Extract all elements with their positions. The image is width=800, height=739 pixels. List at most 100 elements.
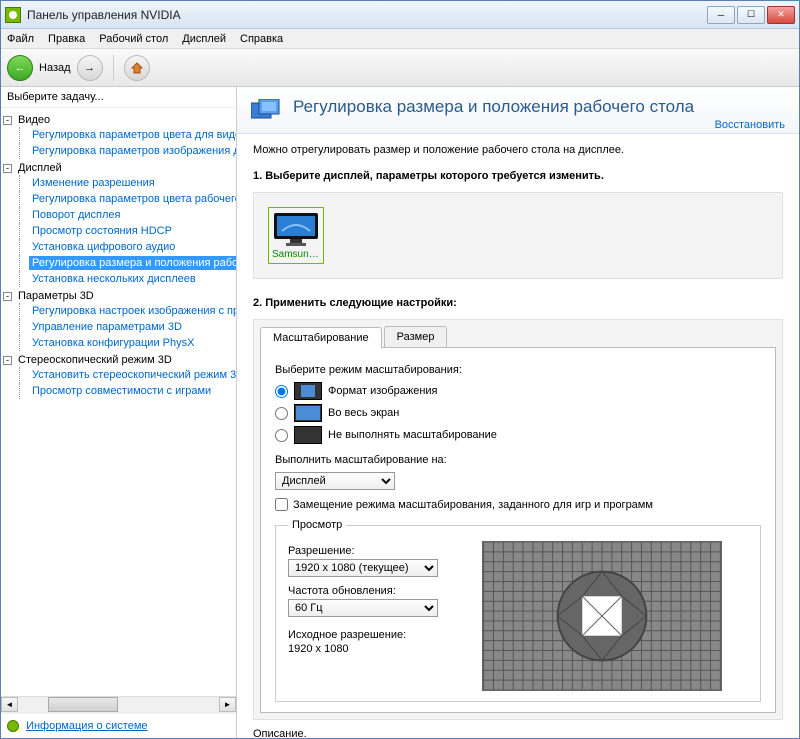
tree-toggle[interactable]: -: [3, 356, 12, 365]
radio-full-input[interactable]: [275, 407, 288, 420]
toolbar: ← Назад →: [1, 49, 799, 87]
page-header: Регулировка размера и положения рабочего…: [237, 87, 799, 134]
main-panel: Регулировка размера и положения рабочего…: [237, 87, 799, 738]
tree-item-label: Изменение разрешения: [29, 176, 158, 190]
radio-none-input[interactable]: [275, 429, 288, 442]
system-info-link[interactable]: Информация о системе: [26, 720, 147, 732]
tree-item[interactable]: Регулировка размера и положения рабочего…: [15, 255, 236, 271]
tree-toggle[interactable]: -: [3, 116, 12, 125]
tree-group-label[interactable]: Параметры 3D: [15, 289, 97, 303]
radio-aspect-input[interactable]: [275, 385, 288, 398]
info-icon: [7, 720, 19, 732]
scrollbar-horizontal[interactable]: ◄ ►: [1, 696, 236, 713]
tree-item[interactable]: Установка конфигурации PhysX: [15, 335, 236, 351]
preview-legend: Просмотр: [288, 519, 346, 531]
tree-toggle[interactable]: -: [3, 164, 12, 173]
tree-item[interactable]: Регулировка настроек изображения с просм…: [15, 303, 236, 319]
tree-item-label: Регулировка параметров цвета для видео: [29, 128, 236, 142]
tab-scaling[interactable]: Масштабирование: [260, 327, 382, 348]
tree-item-label: Поворот дисплея: [29, 208, 123, 222]
page-description: Можно отрегулировать размер и положение …: [253, 144, 783, 156]
description-label: Описание.: [253, 728, 783, 738]
monitor-icon: [272, 211, 320, 247]
preview-fieldset: Просмотр Разрешение: 1920 x 1080 (текуще…: [275, 519, 761, 702]
radio-aspect[interactable]: Формат изображения: [275, 382, 761, 400]
menubar: Файл Правка Рабочий стол Дисплей Справка: [1, 29, 799, 49]
resolution-select[interactable]: 1920 x 1080 (текущее): [288, 559, 438, 577]
content: Выберите задачу... -ВидеоРегулировка пар…: [1, 87, 799, 738]
tree-group: -Параметры 3DРегулировка настроек изобра…: [1, 288, 236, 352]
tree-item[interactable]: Установить стереоскопический режим 3D: [15, 367, 236, 383]
tree-toggle[interactable]: -: [3, 292, 12, 301]
menu-edit[interactable]: Правка: [48, 33, 85, 45]
preview-controls: Разрешение: 1920 x 1080 (текущее) Частот…: [288, 541, 438, 691]
page-icon: [251, 99, 283, 127]
scroll-right-button[interactable]: ►: [219, 697, 236, 712]
test-pattern: [482, 541, 722, 691]
tree-item[interactable]: Изменение разрешения: [15, 175, 236, 191]
perform-on-select[interactable]: Дисплей: [275, 472, 395, 490]
none-icon: [294, 426, 322, 444]
maximize-button[interactable]: ☐: [737, 6, 765, 24]
menu-desktop[interactable]: Рабочий стол: [99, 33, 168, 45]
tree-item-label: Установка нескольких дисплеев: [29, 272, 199, 286]
minimize-button[interactable]: ─: [707, 6, 735, 24]
titlebar: Панель управления NVIDIA ─ ☐ ✕: [1, 1, 799, 29]
tree-item-label: Просмотр совместимости с играми: [29, 384, 214, 398]
tree-item[interactable]: Установка цифрового аудио: [15, 239, 236, 255]
tab-size[interactable]: Размер: [384, 326, 448, 347]
tree-group: -Стереоскопический режим 3DУстановить ст…: [1, 352, 236, 400]
radio-full[interactable]: Во весь экран: [275, 404, 761, 422]
override-label: Замещение режима масштабирования, заданн…: [293, 499, 653, 511]
close-button[interactable]: ✕: [767, 6, 795, 24]
menu-display[interactable]: Дисплей: [182, 33, 226, 45]
tree-item[interactable]: Управление параметрами 3D: [15, 319, 236, 335]
tree-item[interactable]: Регулировка параметров цвета для видео: [15, 127, 236, 143]
scroll-thumb[interactable]: [48, 697, 118, 712]
override-checkbox[interactable]: [275, 498, 288, 511]
tree-item-label: Регулировка настроек изображения с просм…: [29, 304, 236, 318]
tree-item[interactable]: Поворот дисплея: [15, 207, 236, 223]
tree-item[interactable]: Просмотр совместимости с играми: [15, 383, 236, 399]
toolbar-separator: [113, 55, 114, 81]
home-icon: [130, 61, 144, 75]
tree-item-label: Установить стереоскопический режим 3D: [29, 368, 236, 382]
tree-item-label: Установка цифрового аудио: [29, 240, 178, 254]
tree-item[interactable]: Регулировка параметров изображения для в…: [15, 143, 236, 159]
restore-link[interactable]: Восстановить: [715, 119, 785, 131]
resolution-label: Разрешение:: [288, 545, 438, 557]
step2-label: 2. Применить следующие настройки:: [253, 297, 783, 309]
native-res-value: 1920 x 1080: [288, 643, 438, 655]
refresh-label: Частота обновления:: [288, 585, 438, 597]
tree-item[interactable]: Регулировка параметров цвета рабочего ст…: [15, 191, 236, 207]
back-button[interactable]: ←: [7, 55, 33, 81]
sidebar-header: Выберите задачу...: [1, 87, 236, 108]
menu-file[interactable]: Файл: [7, 33, 34, 45]
tree-item-label: Регулировка размера и положения рабочего…: [29, 256, 236, 270]
forward-button[interactable]: →: [77, 55, 103, 81]
window-title: Панель управления NVIDIA: [27, 8, 707, 22]
home-button[interactable]: [124, 55, 150, 81]
step1-label: 1. Выберите дисплей, параметры которого …: [253, 170, 783, 182]
tab-content-scaling: Выберите режим масштабирования: Формат и…: [260, 347, 776, 713]
monitor-item[interactable]: Samsung SMS…: [268, 207, 324, 264]
radio-none[interactable]: Не выполнять масштабирование: [275, 426, 761, 444]
preview-pattern-area: [456, 541, 748, 691]
task-tree: -ВидеоРегулировка параметров цвета для в…: [1, 108, 236, 696]
tree-group-label[interactable]: Видео: [15, 113, 53, 127]
nvidia-icon: [5, 7, 21, 23]
tree-group-label[interactable]: Дисплей: [15, 161, 65, 175]
refresh-select[interactable]: 60 Гц: [288, 599, 438, 617]
menu-help[interactable]: Справка: [240, 33, 283, 45]
native-res-label: Исходное разрешение:: [288, 629, 438, 641]
radio-none-label: Не выполнять масштабирование: [328, 429, 497, 441]
tree-group-label[interactable]: Стереоскопический режим 3D: [15, 353, 175, 367]
tree-item-label: Установка конфигурации PhysX: [29, 336, 197, 350]
perform-on-label: Выполнить масштабирование на:: [275, 454, 761, 466]
tree-item[interactable]: Просмотр состояния HDCP: [15, 223, 236, 239]
override-checkbox-row[interactable]: Замещение режима масштабирования, заданн…: [275, 498, 761, 511]
scroll-left-button[interactable]: ◄: [1, 697, 18, 712]
tree-item-label: Регулировка параметров изображения для в…: [29, 144, 236, 158]
back-label: Назад: [39, 62, 71, 74]
tree-item[interactable]: Установка нескольких дисплеев: [15, 271, 236, 287]
